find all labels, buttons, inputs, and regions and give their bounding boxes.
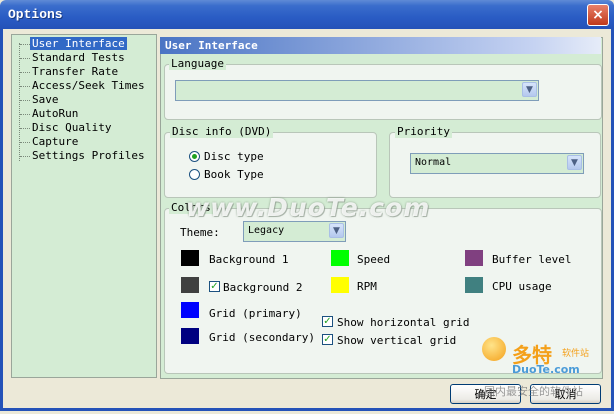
panel-title: User Interface	[160, 37, 601, 54]
theme-value: Legacy	[248, 225, 285, 236]
title-bar	[0, 0, 614, 29]
options-tree: User Interface Standard Tests Transfer R…	[11, 34, 157, 378]
speed-label: Speed	[357, 253, 391, 266]
book-type-radio[interactable]	[189, 169, 200, 180]
chevron-down-icon[interactable]: ▼	[329, 223, 344, 238]
color-swatch-rpm[interactable]	[331, 277, 349, 293]
color-swatch-grid-primary[interactable]	[181, 302, 199, 318]
tree-item-capture[interactable]: Capture	[32, 135, 78, 148]
priority-select[interactable]: Normal ▼	[410, 153, 584, 174]
close-button[interactable]: ×	[587, 4, 609, 26]
color-swatch-grid-secondary[interactable]	[181, 328, 199, 344]
disc-info-group	[164, 132, 377, 198]
disc-type-radio[interactable]	[189, 151, 200, 162]
priority-value: Normal	[415, 157, 452, 168]
background-2-checkbox[interactable]: ✓	[209, 281, 220, 292]
buffer-level-label: Buffer level	[492, 253, 572, 266]
window-title: Options	[8, 7, 63, 22]
show-vertical-grid-checkbox[interactable]: ✓	[322, 334, 333, 345]
priority-group-label: Priority	[395, 125, 452, 138]
book-type-label: Book Type	[204, 168, 264, 181]
panel-title-text: User Interface	[165, 39, 258, 52]
watermark-text: www.DuoTe.com	[186, 193, 431, 222]
disc-type-label: Disc type	[204, 150, 264, 163]
color-swatch-cpu-usage[interactable]	[465, 277, 483, 293]
mascot-icon	[482, 337, 506, 361]
tree-item-user-interface[interactable]: User Interface	[30, 37, 127, 50]
tree-item-autorun[interactable]: AutoRun	[32, 107, 78, 120]
color-swatch-background-2[interactable]	[181, 277, 199, 293]
disc-info-group-label: Disc info (DVD)	[170, 125, 274, 138]
logo-sub-text: 软件站	[562, 349, 590, 359]
color-swatch-background-1[interactable]	[181, 250, 199, 266]
tree-connector	[19, 43, 30, 161]
theme-label: Theme:	[180, 226, 220, 239]
tree-item-settings-profiles[interactable]: Settings Profiles	[32, 149, 145, 162]
language-group-label: Language	[169, 57, 226, 70]
background-2-label: Background 2	[223, 281, 303, 294]
chevron-down-icon[interactable]: ▼	[522, 82, 537, 97]
tree-item-save[interactable]: Save	[32, 93, 59, 106]
grid-primary-label: Grid (primary)	[209, 307, 302, 320]
rpm-label: RPM	[357, 280, 377, 293]
chevron-down-icon[interactable]: ▼	[567, 155, 582, 170]
grid-secondary-label: Grid (secondary)	[209, 331, 315, 344]
show-horizontal-grid-label: Show horizontal grid	[337, 316, 470, 329]
show-vertical-grid-label: Show vertical grid	[337, 334, 457, 347]
tree-item-access-seek-times[interactable]: Access/Seek Times	[32, 79, 145, 92]
color-swatch-buffer-level[interactable]	[465, 250, 483, 266]
cpu-usage-label: CPU usage	[492, 280, 552, 293]
watermark-bottom-text: 国内最安全的软件站	[484, 385, 583, 398]
theme-select[interactable]: Legacy ▼	[243, 221, 346, 242]
show-horizontal-grid-checkbox[interactable]: ✓	[322, 316, 333, 327]
tree-item-standard-tests[interactable]: Standard Tests	[32, 51, 125, 64]
background-1-label: Background 1	[209, 253, 289, 266]
tree-item-transfer-rate[interactable]: Transfer Rate	[32, 65, 118, 78]
language-select[interactable]: ▼	[175, 80, 539, 101]
logo-site-text: DuoTe.com	[512, 363, 580, 376]
tree-item-disc-quality[interactable]: Disc Quality	[32, 121, 111, 134]
color-swatch-speed[interactable]	[331, 250, 349, 266]
